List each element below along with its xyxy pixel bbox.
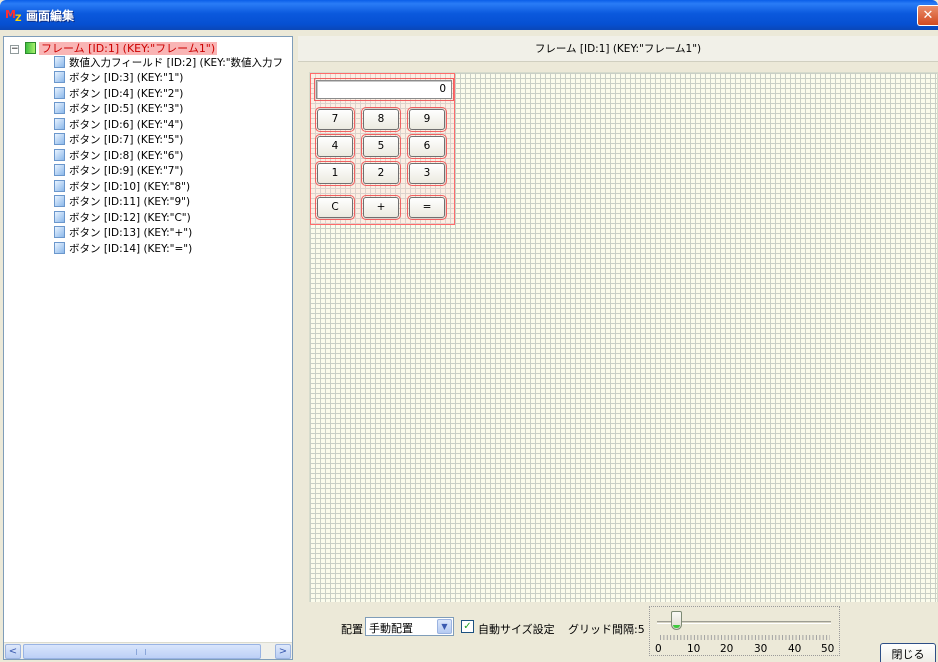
component-icon bbox=[54, 180, 65, 192]
slider-tick-label: 20 bbox=[720, 643, 734, 655]
component-icon bbox=[54, 71, 65, 83]
tree-root-item[interactable]: − フレーム [ID:1] (KEY:"フレーム1") bbox=[10, 41, 218, 56]
tree-item[interactable]: ボタン [ID:5] (KEY:"3") bbox=[54, 102, 183, 117]
button-8[interactable]: 8 bbox=[361, 107, 401, 132]
component-tree: − フレーム [ID:1] (KEY:"フレーム1") 数値入力フィールド [ID… bbox=[3, 36, 293, 660]
button-equals[interactable]: = bbox=[407, 195, 447, 220]
tree-item[interactable]: ボタン [ID:8] (KEY:"6") bbox=[54, 149, 183, 164]
design-canvas[interactable]: 0 7 8 9 4 5 6 1 2 3 C + = bbox=[309, 72, 938, 633]
design-panel: フレーム [ID:1] (KEY:"フレーム1") 0 7 8 9 4 5 6 … bbox=[298, 36, 938, 662]
tree-item[interactable]: ボタン [ID:12] (KEY:"C") bbox=[54, 211, 191, 226]
tree-item-label: ボタン [ID:6] (KEY:"4") bbox=[69, 119, 184, 131]
tree-item-label: ボタン [ID:14] (KEY:"=") bbox=[69, 243, 193, 255]
tree-item[interactable]: ボタン [ID:3] (KEY:"1") bbox=[54, 71, 183, 86]
tree-item-label: ボタン [ID:7] (KEY:"5") bbox=[69, 134, 184, 146]
button-6[interactable]: 6 bbox=[407, 134, 447, 159]
button-1[interactable]: 1 bbox=[315, 161, 355, 186]
auto-size-label: 自動サイズ設定 bbox=[478, 623, 555, 636]
tree-item[interactable]: ボタン [ID:10] (KEY:"8") bbox=[54, 180, 190, 195]
tree-item[interactable]: ボタン [ID:4] (KEY:"2") bbox=[54, 87, 183, 102]
slider-track[interactable] bbox=[657, 621, 831, 624]
button-2[interactable]: 2 bbox=[361, 161, 401, 186]
layout-select[interactable]: 手動配置 ▼ bbox=[365, 617, 454, 636]
app-icon: MZ bbox=[5, 8, 22, 24]
button-9[interactable]: 9 bbox=[407, 107, 447, 132]
component-icon bbox=[54, 102, 65, 114]
component-icon bbox=[54, 164, 65, 176]
tree-item-label: ボタン [ID:11] (KEY:"9") bbox=[69, 196, 191, 208]
component-icon bbox=[54, 87, 65, 99]
window-close-button[interactable]: ✕ bbox=[917, 5, 938, 26]
tree-item-label: ボタン [ID:4] (KEY:"2") bbox=[69, 88, 184, 100]
tree-item-label: ボタン [ID:9] (KEY:"7") bbox=[69, 165, 184, 177]
slider-ticks bbox=[660, 635, 830, 640]
tree-item-label: ボタン [ID:5] (KEY:"3") bbox=[69, 103, 184, 115]
collapse-icon[interactable]: − bbox=[10, 45, 19, 54]
tree-root-label: フレーム [ID:1] (KEY:"フレーム1") bbox=[39, 42, 218, 55]
tree-item-label: ボタン [ID:13] (KEY:"+") bbox=[69, 227, 193, 239]
component-icon bbox=[54, 133, 65, 145]
tree-item[interactable]: ボタン [ID:9] (KEY:"7") bbox=[54, 164, 183, 179]
tree-item-label: ボタン [ID:12] (KEY:"C") bbox=[69, 212, 191, 224]
tree-item-label: ボタン [ID:8] (KEY:"6") bbox=[69, 150, 184, 162]
button-5[interactable]: 5 bbox=[361, 134, 401, 159]
tree-item[interactable]: ボタン [ID:7] (KEY:"5") bbox=[54, 133, 183, 148]
button-7[interactable]: 7 bbox=[315, 107, 355, 132]
button-c[interactable]: C bbox=[315, 195, 355, 220]
slider-thumb[interactable] bbox=[671, 611, 682, 630]
window-title: 画面編集 bbox=[26, 9, 75, 23]
tree-item[interactable]: ボタン [ID:6] (KEY:"4") bbox=[54, 118, 183, 133]
frame-component[interactable]: 0 7 8 9 4 5 6 1 2 3 C + = bbox=[310, 73, 455, 225]
bottom-toolbar: 配置 手動配置 ▼ ✓ 自動サイズ設定 グリッド間隔:5 0 10 20 30 … bbox=[298, 602, 938, 662]
component-icon bbox=[54, 226, 65, 238]
tree-item[interactable]: ボタン [ID:14] (KEY:"=") bbox=[54, 242, 192, 257]
component-icon bbox=[54, 242, 65, 254]
tree-item[interactable]: 数値入力フィールド [ID:2] (KEY:"数値入力フ bbox=[54, 56, 283, 71]
tree-item-label: ボタン [ID:10] (KEY:"8") bbox=[69, 181, 191, 193]
number-input-field[interactable]: 0 bbox=[314, 78, 454, 101]
slider-tick-label: 0 bbox=[655, 643, 662, 655]
component-icon bbox=[54, 211, 65, 223]
layout-select-value: 手動配置 bbox=[369, 622, 413, 635]
tree-item[interactable]: ボタン [ID:13] (KEY:"+") bbox=[54, 226, 192, 241]
scrollbar-thumb[interactable] bbox=[23, 644, 261, 659]
grid-slider[interactable]: 0 10 20 30 40 50 bbox=[649, 606, 840, 656]
scroll-left-icon[interactable]: < bbox=[5, 644, 21, 659]
auto-size-checkbox[interactable]: ✓ bbox=[461, 620, 474, 633]
chevron-down-icon[interactable]: ▼ bbox=[437, 619, 452, 634]
slider-tick-label: 10 bbox=[687, 643, 701, 655]
canvas-title: フレーム [ID:1] (KEY:"フレーム1") bbox=[298, 36, 938, 62]
button-3[interactable]: 3 bbox=[407, 161, 447, 186]
button-4[interactable]: 4 bbox=[315, 134, 355, 159]
tree-item-label: 数値入力フィールド [ID:2] (KEY:"数値入力フ bbox=[69, 57, 284, 69]
button-plus[interactable]: + bbox=[361, 195, 401, 220]
close-button[interactable]: 閉じる bbox=[880, 643, 936, 662]
component-icon bbox=[54, 118, 65, 130]
slider-tick-label: 40 bbox=[788, 643, 802, 655]
slider-tick-label: 30 bbox=[754, 643, 768, 655]
component-icon bbox=[54, 149, 65, 161]
slider-tick-label: 50 bbox=[821, 643, 835, 655]
component-icon bbox=[54, 195, 65, 207]
frame-icon bbox=[25, 42, 36, 54]
tree-horizontal-scrollbar[interactable]: < > bbox=[4, 642, 292, 659]
layout-label: 配置 bbox=[341, 623, 363, 636]
grid-interval-label: グリッド間隔:5 bbox=[568, 623, 645, 636]
tree-item[interactable]: ボタン [ID:11] (KEY:"9") bbox=[54, 195, 190, 210]
tree-item-label: ボタン [ID:3] (KEY:"1") bbox=[69, 72, 184, 84]
component-icon bbox=[54, 56, 65, 68]
scroll-right-icon[interactable]: > bbox=[275, 644, 291, 659]
title-bar: MZ 画面編集 ✕ bbox=[0, 0, 938, 30]
